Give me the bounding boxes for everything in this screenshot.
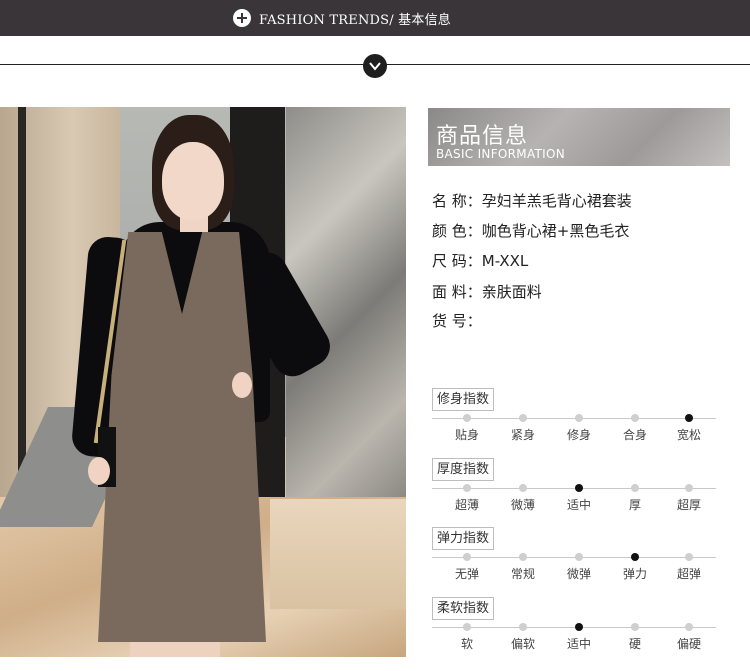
scale-tag: 厚度指数 — [432, 458, 495, 481]
scale-option-label: 超厚 — [676, 498, 701, 512]
scale-option-label: 硬 — [628, 637, 641, 651]
scale-dot — [519, 553, 527, 561]
scale-dot — [631, 414, 639, 422]
scale-option-label: 宽松 — [676, 428, 701, 442]
scale-dot — [463, 553, 471, 561]
scale-dot-selected — [575, 623, 583, 631]
scale-dot — [463, 414, 471, 422]
scale-option-label: 微薄 — [510, 498, 535, 512]
scale-dot — [575, 553, 583, 561]
top-banner: FASHION TRENDS/ 基本信息 — [0, 0, 750, 36]
product-color-row: 颜 色：咖色背心裙+黑色毛衣 — [432, 222, 630, 240]
scale-option-label: 适中 — [566, 498, 591, 512]
scale-line — [432, 557, 716, 558]
scale-dot-selected — [685, 414, 693, 422]
scale-dot — [685, 553, 693, 561]
product-photo — [0, 107, 406, 657]
banner-title: FASHION TRENDS/ 基本信息 — [259, 13, 451, 28]
scale-line — [432, 418, 716, 419]
scale-dot — [575, 414, 583, 422]
scale-option-label: 常规 — [510, 567, 535, 581]
scale-dot-selected — [575, 484, 583, 492]
product-name-row: 名 称：孕妇羊羔毛背心裙套装 — [432, 192, 632, 210]
scale-option-label: 厚 — [628, 498, 641, 512]
product-size-row: 尺 码：M-XXL — [432, 252, 529, 270]
scale-option-label: 贴身 — [454, 428, 479, 442]
scale-dot — [685, 623, 693, 631]
plus-circle-icon — [233, 9, 251, 27]
product-material-row: 面 料：亲肤面料 — [432, 283, 542, 301]
chevron-down-icon — [363, 54, 387, 78]
scale-dot — [463, 623, 471, 631]
scale-option-label: 无弹 — [454, 567, 479, 581]
scale-dot — [463, 484, 471, 492]
scale-tag: 弹力指数 — [432, 527, 495, 550]
scale-option-label: 合身 — [622, 428, 647, 442]
scale-dot — [631, 623, 639, 631]
info-header-subtitle: BASIC INFORMATION — [436, 147, 566, 161]
scale-option-label: 软 — [460, 637, 473, 651]
info-header: 商品信息 BASIC INFORMATION — [428, 108, 730, 166]
scale-dot — [519, 623, 527, 631]
scale-dot — [519, 484, 527, 492]
scale-option-label: 超弹 — [676, 567, 701, 581]
info-header-title: 商品信息 — [436, 124, 529, 149]
scale-option-label: 超薄 — [454, 498, 479, 512]
scale-option-label: 修身 — [566, 428, 591, 442]
scale-option-label: 偏软 — [510, 637, 535, 651]
scale-option-label: 紧身 — [510, 428, 535, 442]
scale-line — [432, 627, 716, 628]
scale-line — [432, 488, 716, 489]
product-sku-row: 货 号： — [432, 312, 482, 330]
scale-dot — [519, 414, 527, 422]
scale-option-label: 微弹 — [566, 567, 591, 581]
scale-dot — [685, 484, 693, 492]
scale-option-label: 适中 — [566, 637, 591, 651]
scale-tag: 柔软指数 — [432, 597, 495, 620]
scale-option-label: 弹力 — [622, 567, 647, 581]
scale-tag: 修身指数 — [432, 388, 495, 411]
scale-dot — [631, 484, 639, 492]
scale-dot-selected — [631, 553, 639, 561]
scale-option-label: 偏硬 — [676, 637, 701, 651]
